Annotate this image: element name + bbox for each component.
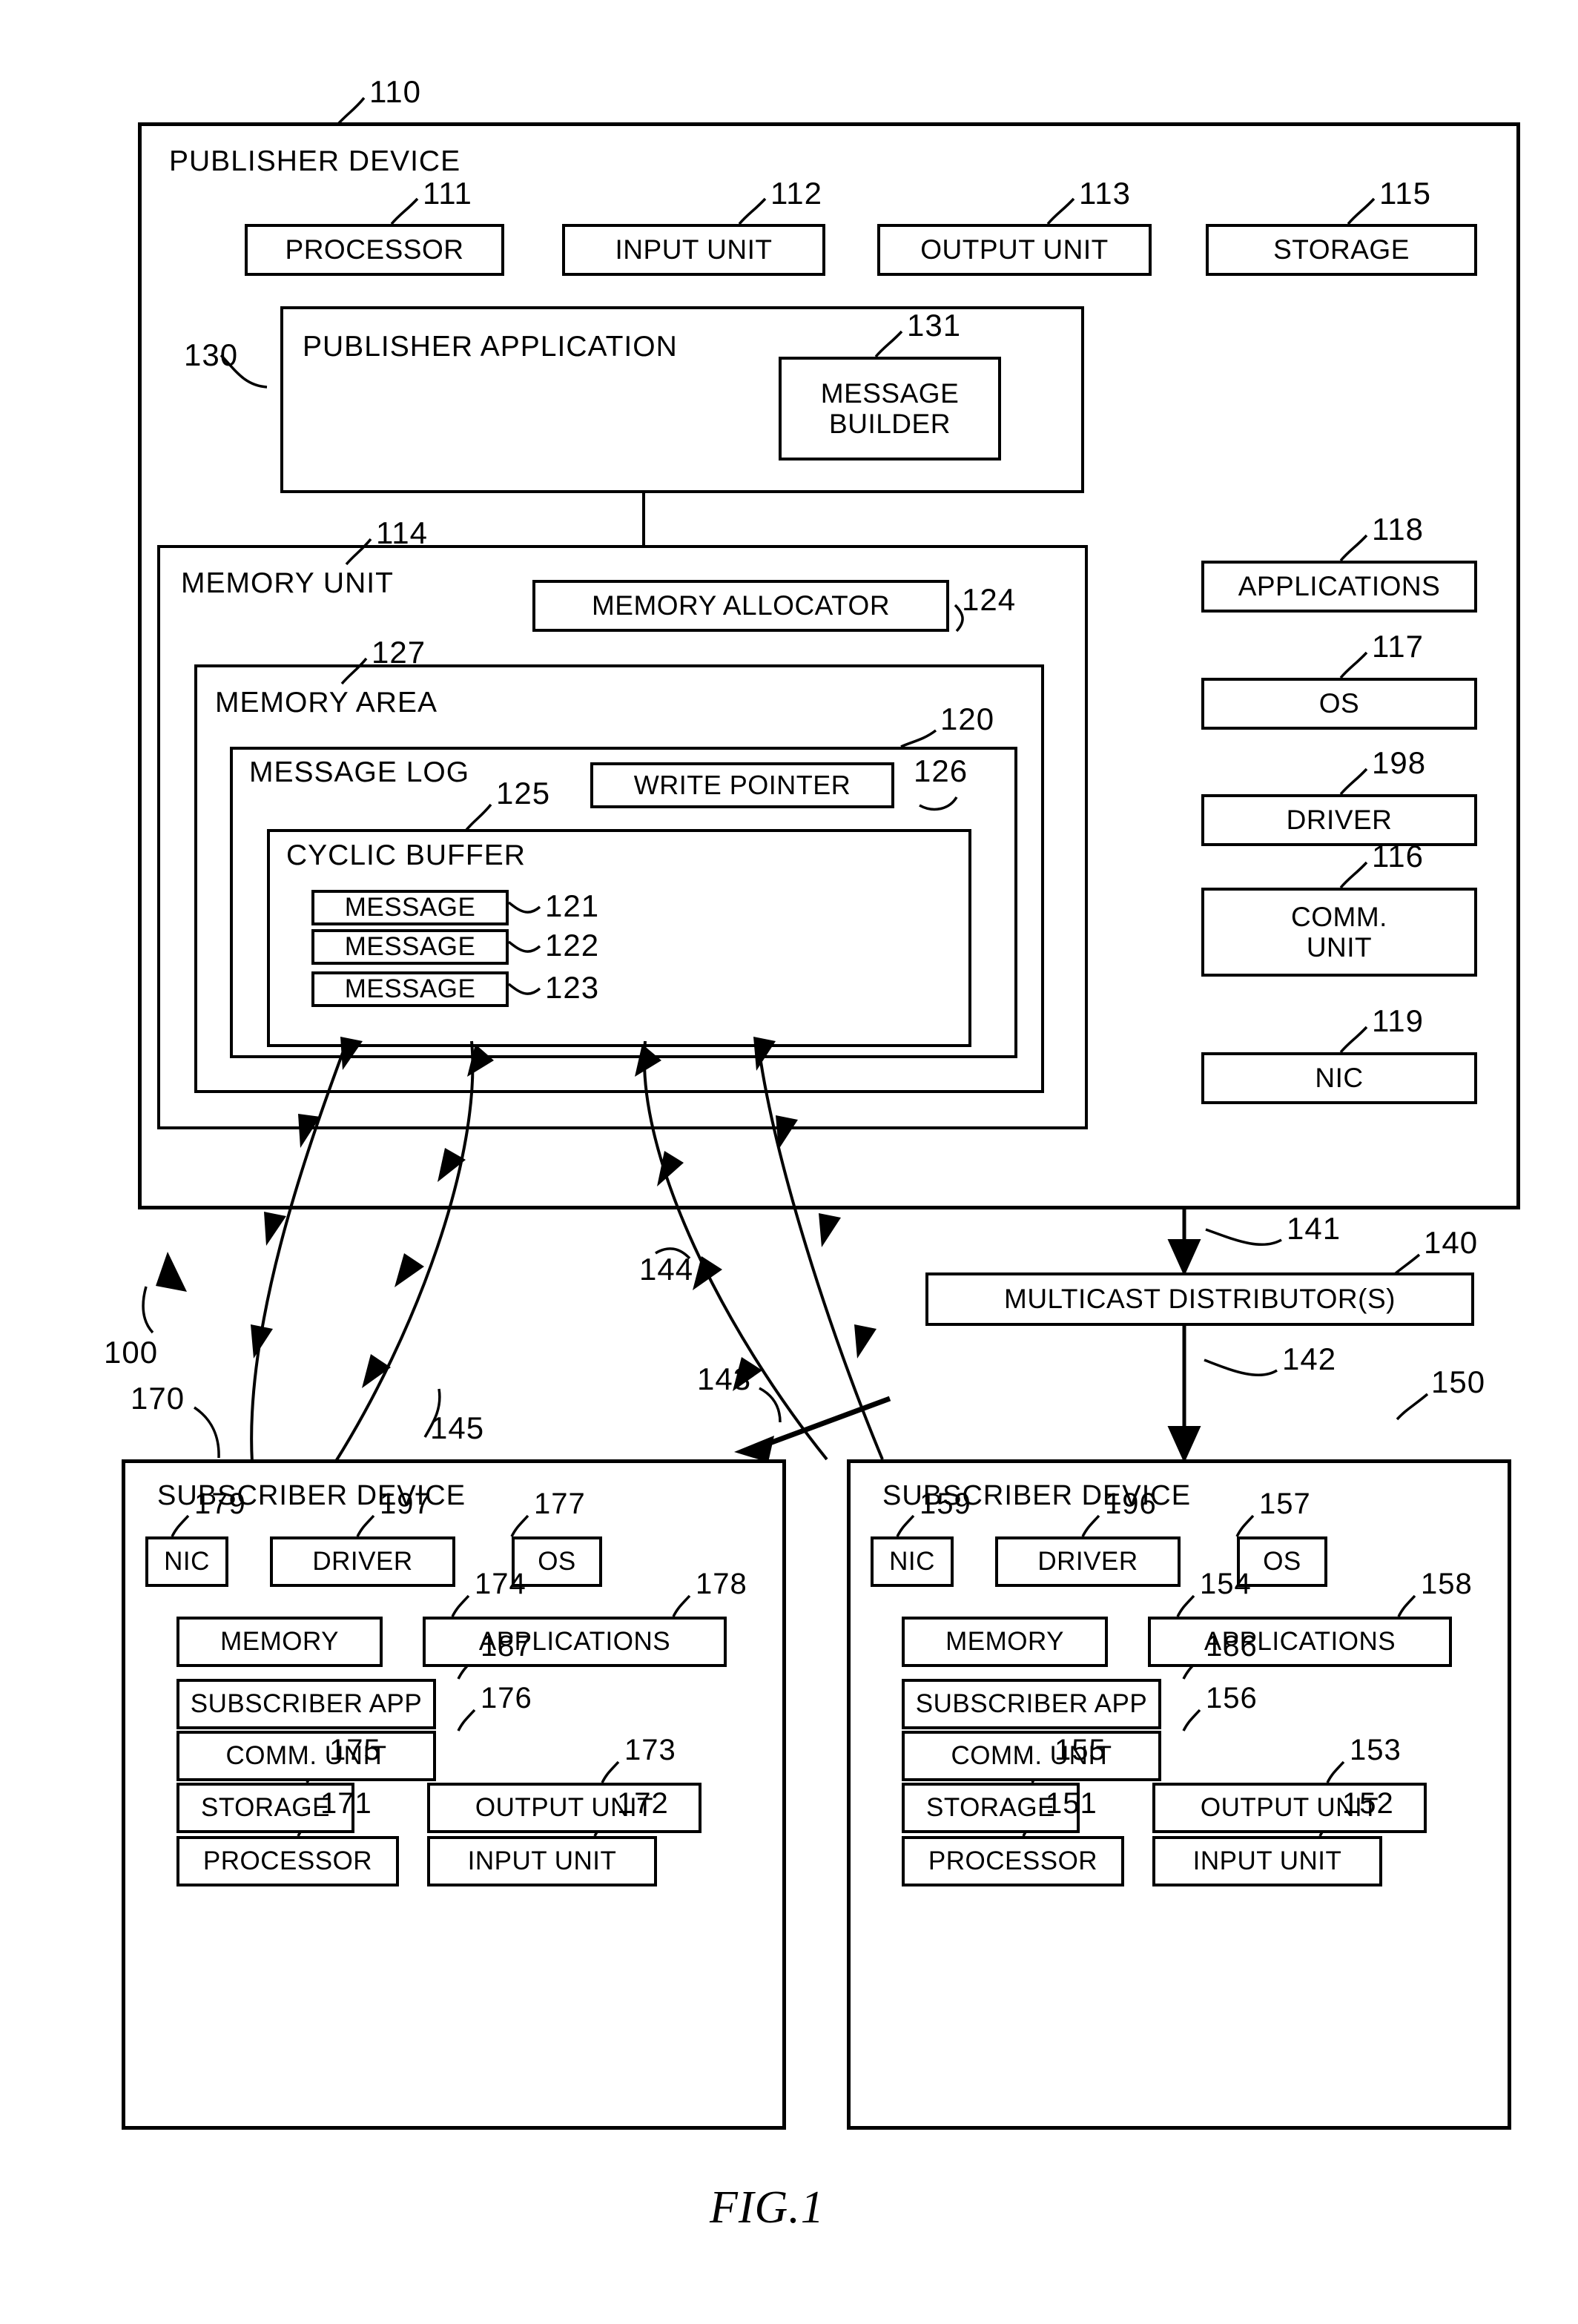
ref-subscriber-right-applications: 158 (1421, 1568, 1473, 1600)
ref-publisher-application: 130 (184, 337, 239, 372)
ref-message-121: 121 (545, 888, 600, 923)
ref-subscriber-left: 170 (131, 1381, 185, 1416)
publisher-output-unit-box[interactable]: OUTPUT UNIT (877, 224, 1152, 276)
publisher-applications-box[interactable]: APPLICATIONS (1201, 561, 1477, 613)
publisher-processor-box[interactable]: PROCESSOR (245, 224, 504, 276)
ref-subscriber-left-output-unit: 173 (624, 1734, 676, 1766)
memory-area-title: MEMORY AREA (215, 687, 438, 719)
ref-message-123: 123 (545, 970, 600, 1005)
publisher-storage-box[interactable]: STORAGE (1206, 224, 1477, 276)
ref-memory-allocator: 124 (962, 582, 1017, 617)
ref-subscriber-left-processor: 171 (320, 1787, 372, 1820)
subscriber-left-memory-box[interactable]: MEMORY (176, 1617, 383, 1667)
ref-subscriber-left-memory: 174 (475, 1568, 526, 1600)
ref-subscriber-left-nic: 179 (194, 1488, 246, 1520)
subscriber-left-nic-box[interactable]: NIC (145, 1536, 228, 1587)
write-pointer-box[interactable]: WRITE POINTER (590, 762, 894, 808)
publisher-device-title: PUBLISHER DEVICE (169, 145, 461, 177)
ref-memory-unit: 114 (376, 515, 428, 550)
ref-subscriber-left-storage: 175 (329, 1734, 381, 1766)
ref-publisher-comm-unit: 116 (1372, 839, 1424, 874)
subscriber-right-applications-box[interactable]: APPLICATIONS (1148, 1617, 1452, 1667)
subscriber-left-applications-box[interactable]: APPLICATIONS (423, 1617, 727, 1667)
ref-cyclic-buffer: 125 (496, 776, 551, 811)
ref-subscriber-right-input-unit: 152 (1342, 1787, 1394, 1820)
ref-subscriber-right-subscriber-app: 186 (1206, 1630, 1258, 1663)
ref-subscriber-left-input-unit: 172 (617, 1787, 669, 1820)
publisher-comm-unit-line1: COMM. (1291, 901, 1387, 932)
ref-subscriber-right-driver: 196 (1105, 1488, 1157, 1520)
memory-allocator-box[interactable]: MEMORY ALLOCATOR (532, 580, 949, 632)
ref-flow-143: 143 (697, 1361, 752, 1396)
ref-subscriber-right-os: 157 (1259, 1488, 1311, 1520)
memory-unit-title: MEMORY UNIT (181, 567, 394, 599)
subscriber-right-input-unit-box[interactable]: INPUT UNIT (1152, 1836, 1382, 1886)
subscriber-right-comm-unit-box[interactable]: COMM. UNIT (902, 1731, 1161, 1781)
subscriber-left-input-unit-box[interactable]: INPUT UNIT (427, 1836, 657, 1886)
subscriber-right-nic-box[interactable]: NIC (871, 1536, 954, 1587)
subscriber-right-subscriber-app-box[interactable]: SUBSCRIBER APP (902, 1679, 1161, 1729)
ref-write-pointer: 126 (914, 753, 968, 788)
ref-system: 100 (104, 1335, 159, 1370)
ref-publisher-os: 117 (1372, 629, 1424, 664)
ref-subscriber-left-os: 177 (534, 1488, 586, 1520)
ref-publisher-applications: 118 (1372, 512, 1424, 547)
message-box-122[interactable]: MESSAGE (311, 929, 509, 965)
publisher-driver-box[interactable]: DRIVER (1201, 794, 1477, 846)
ref-publisher-nic: 119 (1372, 1003, 1424, 1038)
ref-subscriber-right-nic: 159 (920, 1488, 971, 1520)
ref-subscriber-left-comm-unit: 176 (481, 1682, 532, 1714)
subscriber-left-processor-box[interactable]: PROCESSOR (176, 1836, 399, 1886)
subscriber-right-memory-box[interactable]: MEMORY (902, 1617, 1108, 1667)
figure-label: FIG.1 (710, 2182, 825, 2233)
ref-subscriber-left-driver: 197 (380, 1488, 432, 1520)
ref-subscriber-left-applications: 178 (696, 1568, 747, 1600)
ref-publisher-processor: 111 (423, 176, 472, 211)
subscriber-left-driver-box[interactable]: DRIVER (270, 1536, 455, 1587)
ref-publisher-to-distributor: 141 (1287, 1211, 1341, 1246)
ref-publisher-output-unit: 113 (1079, 176, 1131, 211)
ref-publisher-input-unit: 112 (770, 176, 822, 211)
patent-figure-sheet: PUBLISHER DEVICE 110 PROCESSOR 111 INPUT… (0, 0, 1578, 2324)
ref-message-log: 120 (940, 702, 995, 736)
subscriber-right-processor-box[interactable]: PROCESSOR (902, 1836, 1124, 1886)
message-builder-line2: BUILDER (829, 409, 951, 439)
ref-message-122: 122 (545, 928, 600, 963)
ref-publisher-device: 110 (369, 74, 421, 109)
ref-subscriber-right-processor: 151 (1046, 1787, 1097, 1820)
message-box-121[interactable]: MESSAGE (311, 890, 509, 925)
ref-message-builder: 131 (907, 308, 962, 343)
ref-publisher-driver: 198 (1372, 745, 1427, 780)
ref-multicast-distributor: 140 (1424, 1225, 1479, 1260)
ref-distributor-to-subscriber: 142 (1282, 1341, 1337, 1376)
ref-subscriber-right-memory: 154 (1200, 1568, 1252, 1600)
ref-subscriber-right-output-unit: 153 (1350, 1734, 1402, 1766)
message-builder-box[interactable]: MESSAGE BUILDER (779, 357, 1001, 460)
ref-subscriber-right: 150 (1431, 1364, 1486, 1399)
ref-memory-area: 127 (372, 635, 426, 670)
message-log-title: MESSAGE LOG (249, 756, 470, 788)
publisher-input-unit-box[interactable]: INPUT UNIT (562, 224, 825, 276)
message-builder-line1: MESSAGE (820, 377, 960, 409)
subscriber-right-driver-box[interactable]: DRIVER (995, 1536, 1181, 1587)
ref-subscriber-right-storage: 155 (1054, 1734, 1106, 1766)
ref-flow-144: 144 (639, 1252, 694, 1287)
subscriber-left-comm-unit-box[interactable]: COMM. UNIT (176, 1731, 436, 1781)
subscriber-left-subscriber-app-box[interactable]: SUBSCRIBER APP (176, 1679, 436, 1729)
ref-publisher-storage: 115 (1379, 176, 1431, 211)
cyclic-buffer-title: CYCLIC BUFFER (286, 839, 526, 871)
message-box-123[interactable]: MESSAGE (311, 971, 509, 1007)
publisher-application-title: PUBLISHER APPLICATION (303, 331, 678, 363)
ref-flow-145: 145 (430, 1410, 485, 1445)
ref-subscriber-left-subscriber-app: 187 (481, 1630, 532, 1663)
ref-subscriber-right-comm-unit: 156 (1206, 1682, 1258, 1714)
publisher-comm-unit-line2: UNIT (1306, 932, 1373, 963)
publisher-os-box[interactable]: OS (1201, 678, 1477, 730)
publisher-comm-unit-box[interactable]: COMM. UNIT (1201, 888, 1477, 977)
multicast-distributor-box[interactable]: MULTICAST DISTRIBUTOR(S) (925, 1272, 1474, 1326)
publisher-nic-box[interactable]: NIC (1201, 1052, 1477, 1104)
